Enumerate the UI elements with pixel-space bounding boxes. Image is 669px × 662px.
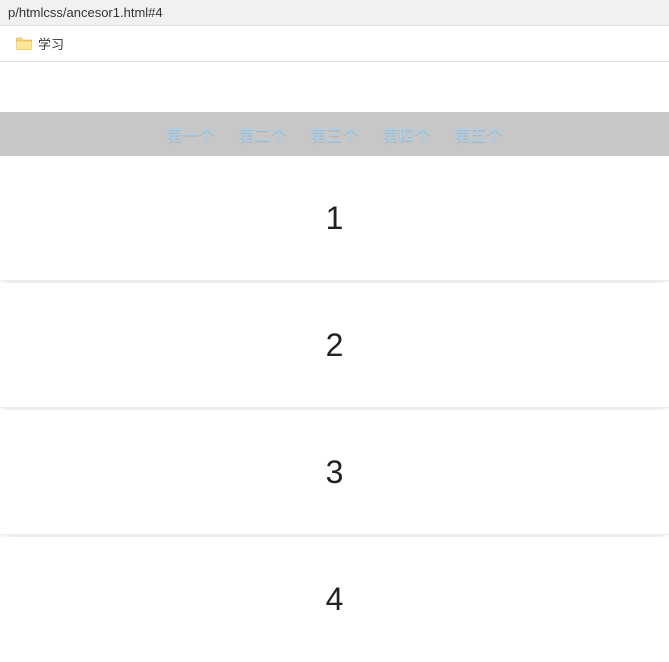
nav-link-5[interactable]: 第五个 [455,122,503,146]
bookmarks-bar: 学习 [0,26,669,62]
nav-link-2[interactable]: 第二个 [238,122,286,146]
nav-link-3[interactable]: 第三个 [310,122,358,146]
url-text: p/htmlcss/ancesor1.html#4 [8,5,163,20]
section-number: 2 [326,327,344,364]
section-number: 1 [326,200,344,237]
folder-icon [16,37,32,50]
bookmark-item[interactable]: 学习 [16,34,64,53]
content-area: 第一个 第二个 第三个 第四个 第五个 1 2 3 4 [0,62,669,662]
section-2: 2 [0,283,669,408]
nav-link-4[interactable]: 第四个 [383,122,431,146]
section-number: 4 [326,581,344,618]
section-1: 1 [0,156,669,281]
nav-bar: 第一个 第二个 第三个 第四个 第五个 [0,112,669,156]
section-3: 3 [0,410,669,535]
nav-link-1[interactable]: 第一个 [166,122,214,146]
section-4: 4 [0,537,669,662]
bookmark-label: 学习 [38,34,64,53]
address-bar[interactable]: p/htmlcss/ancesor1.html#4 [0,0,669,26]
sections-container: 1 2 3 4 [0,156,669,662]
section-number: 3 [326,454,344,491]
